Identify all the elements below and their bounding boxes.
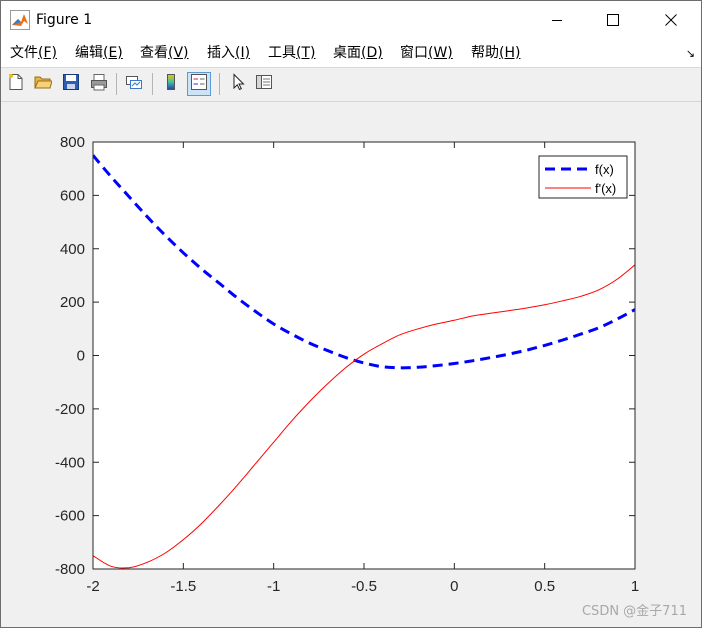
y-tick-label: 600 <box>60 187 85 204</box>
maximize-icon <box>607 11 619 30</box>
figure-toolbar <box>1 68 701 102</box>
window-title: Figure 1 <box>36 12 93 28</box>
watermark-text: CSDN @金子711 <box>581 604 687 619</box>
new-figure-icon <box>7 73 25 95</box>
y-tick-label: -200 <box>55 401 85 418</box>
menu-label: 文件 <box>10 45 38 61</box>
menu-bar: 文件(F) 编辑(E) 查看(V) 插入(I) 工具(T) 桌面(D) 窗口(W… <box>1 39 701 68</box>
x-tick-label: -2 <box>86 578 99 595</box>
toolbar-separator <box>152 73 153 95</box>
menu-mnemonic: (W) <box>428 45 453 61</box>
y-tick-label: 0 <box>77 348 85 365</box>
close-button[interactable] <box>643 1 699 39</box>
menu-mnemonic: (V) <box>168 45 189 61</box>
print-button[interactable] <box>87 72 111 96</box>
dock-arrow-icon[interactable]: ↘ <box>686 48 695 60</box>
menu-label: 桌面 <box>333 45 361 61</box>
x-tick-label: 0.5 <box>534 578 555 595</box>
insert-legend-button[interactable] <box>187 72 211 96</box>
y-tick-label: 400 <box>60 241 85 258</box>
x-tick-label: -0.5 <box>351 578 377 595</box>
figure-window: Figure 1 文件(F) 编辑(E) 查看(V) 插入(I) 工具(T) 桌… <box>0 0 702 628</box>
y-tick-label: 200 <box>60 294 85 311</box>
legend-label-1: f(x) <box>595 162 614 177</box>
menu-insert[interactable]: 插入(I) <box>207 45 250 61</box>
menu-edit[interactable]: 编辑(E) <box>75 45 123 61</box>
edit-plot-button[interactable] <box>226 72 250 96</box>
x-tick-label: 1 <box>631 578 639 595</box>
y-tick-label: 800 <box>60 134 85 151</box>
maximize-button[interactable] <box>585 1 641 39</box>
minimize-icon <box>551 11 563 30</box>
menu-mnemonic: (T) <box>296 45 316 61</box>
menu-label: 工具 <box>268 45 296 61</box>
save-button[interactable] <box>59 72 83 96</box>
menu-view[interactable]: 查看(V) <box>140 45 189 61</box>
x-tick-label: -1 <box>267 578 280 595</box>
y-tick-label: -400 <box>55 454 85 471</box>
link-plot-icon <box>125 73 143 95</box>
new-figure-button[interactable] <box>4 72 28 96</box>
open-file-icon <box>34 73 53 95</box>
toolbar-separator <box>116 73 117 95</box>
x-tick-label: -1.5 <box>170 578 196 595</box>
toolbar-separator <box>219 73 220 95</box>
print-icon <box>90 73 108 95</box>
menu-label: 查看 <box>140 45 168 61</box>
menu-label: 编辑 <box>75 45 103 61</box>
menu-help[interactable]: 帮助(H) <box>471 45 520 61</box>
menu-label: 插入 <box>207 45 235 61</box>
save-icon <box>62 73 80 95</box>
property-inspector-button[interactable] <box>252 72 276 96</box>
link-plot-button[interactable] <box>122 72 146 96</box>
matlab-logo-icon <box>10 10 30 30</box>
figure-canvas[interactable]: -2 -1.5 -1 -0.5 0 0.5 1 -800 -600 -400 -200 0 200 400… <box>1 102 701 627</box>
property-inspector-icon <box>255 73 273 95</box>
y-tick-label: -800 <box>55 561 85 578</box>
open-file-button[interactable] <box>31 72 55 96</box>
title-bar[interactable]: Figure 1 <box>1 1 701 39</box>
menu-tools[interactable]: 工具(T) <box>268 45 315 61</box>
insert-colorbar-icon <box>162 73 180 95</box>
menu-label: 帮助 <box>471 45 499 61</box>
menu-file[interactable]: 文件(F) <box>10 45 57 61</box>
menu-window[interactable]: 窗口(W) <box>400 45 453 61</box>
minimize-button[interactable] <box>529 1 585 39</box>
menu-mnemonic: (I) <box>235 45 251 61</box>
plot-axes[interactable]: -2 -1.5 -1 -0.5 0 0.5 1 -800 -600 -400 -200 0 200 400… <box>1 102 701 627</box>
menu-desktop[interactable]: 桌面(D) <box>333 45 383 61</box>
menu-mnemonic: (E) <box>103 45 123 61</box>
insert-legend-icon <box>190 73 208 95</box>
menu-label: 窗口 <box>400 45 428 61</box>
menu-mnemonic: (D) <box>361 45 383 61</box>
menu-mnemonic: (H) <box>499 45 521 61</box>
insert-colorbar-button[interactable] <box>159 72 183 96</box>
menu-mnemonic: (F) <box>38 45 57 61</box>
legend-label-2: f'(x) <box>595 181 616 196</box>
edit-plot-pointer-icon <box>229 73 247 95</box>
close-icon <box>665 11 677 30</box>
x-tick-label: 0 <box>450 578 458 595</box>
y-tick-label: -600 <box>55 508 85 525</box>
axes-background <box>93 142 635 569</box>
